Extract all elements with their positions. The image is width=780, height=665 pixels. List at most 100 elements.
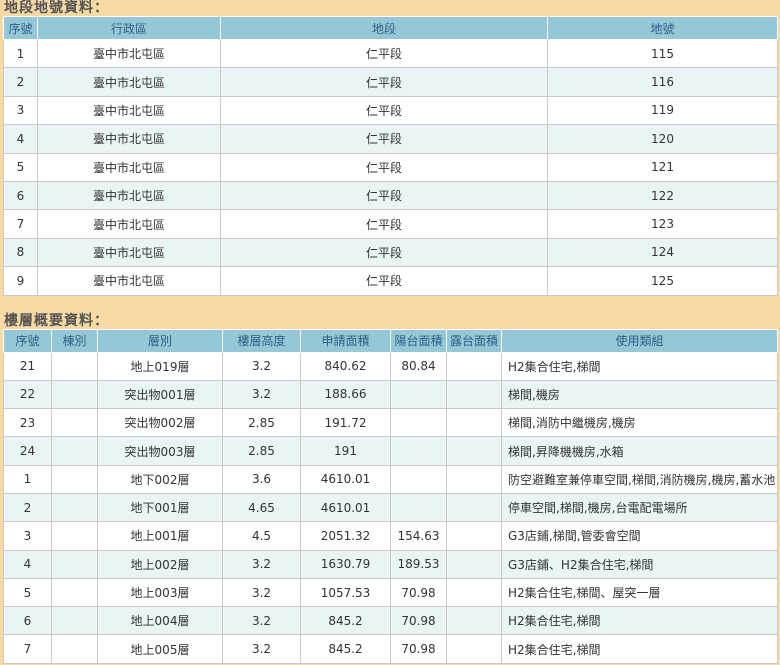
cell-building [51,464,98,495]
table-row: 22 突出物001層 3.2 188.66 梯間,機房 [3,379,778,410]
cell-building [51,379,98,410]
floor-section-title: 樓層概要資料： [4,312,109,329]
cell-height: 4.5 [222,521,301,551]
cell-usage: H2集合住宅,梯間、屋突一層 [501,577,778,608]
cell-index: 3 [3,521,52,551]
table-row: 1 臺中市北屯區 仁平段 115 [3,38,778,69]
cell-level: 突出物002層 [97,408,223,438]
table-row: 7 臺中市北屯區 仁平段 123 [3,209,778,239]
cell-building [51,492,98,523]
cell-index: 7 [3,209,38,239]
cell-index: 3 [3,95,38,126]
cell-balcony: 70.98 [390,606,447,636]
table-row: 9 臺中市北屯區 仁平段 125 [3,266,778,296]
cell-height: 3.2 [222,577,301,608]
land-header-section: 地段 [220,16,548,40]
cell-index: 1 [3,464,52,495]
table-row: 8 臺中市北屯區 仁平段 124 [3,237,778,268]
cell-height: 3.2 [222,379,301,410]
cell-index: 4 [3,124,38,154]
cell-section: 仁平段 [220,95,548,126]
land-table: 序號 行政區 地段 地號 1 臺中市北屯區 仁平段 115 2 臺中市北屯區 仁平段 116 3… [3,16,778,296]
cell-lot-number: 123 [547,209,778,239]
cell-area: 4610.01 [300,464,391,495]
cell-balcony [390,436,447,466]
cell-area: 191.72 [300,408,391,438]
cell-level: 地下002層 [97,464,223,495]
cell-level: 地上001層 [97,521,223,551]
cell-level: 地上019層 [97,351,223,381]
floor-table-header: 序號 棟別 層別 樓層高度 申請面積 陽台面積 露台面積 使用類組 [3,328,778,353]
cell-index: 4 [3,549,52,579]
table-row: 3 臺中市北屯區 仁平段 119 [3,95,778,126]
cell-area: 1057.53 [300,577,391,608]
cell-district: 臺中市北屯區 [37,152,221,182]
floor-table: 序號 棟別 層別 樓層高度 申請面積 陽台面積 露台面積 使用類組 21 地上01… [3,328,778,664]
land-table-header: 序號 行政區 地段 地號 [3,16,778,40]
cell-district: 臺中市北屯區 [37,95,221,126]
cell-balcony: 154.63 [390,521,447,551]
cell-height: 2.85 [222,408,301,438]
floor-header-area: 申請面積 [300,328,391,353]
cell-area: 191 [300,436,391,466]
cell-balcony: 70.98 [390,577,447,608]
cell-height: 3.6 [222,464,301,495]
cell-level: 地上003層 [97,577,223,608]
cell-index: 2 [3,492,52,523]
cell-level: 地下001層 [97,492,223,523]
table-row: 1 地下002層 3.6 4610.01 防空避難室兼停車空間,梯間,消防機房,機房,蓄… [3,464,778,495]
cell-building [51,549,98,579]
table-row: 23 突出物002層 2.85 191.72 梯間,消防中繼機房,機房 [3,408,778,438]
cell-height: 3.2 [222,351,301,381]
table-row: 2 地下001層 4.65 4610.01 停車空間,梯間,機房,台電配電場所 [3,492,778,523]
floor-header-balcony: 陽台面積 [390,328,447,353]
land-section-title: 地段地號資料： [4,0,109,16]
floor-header-usage: 使用類組 [501,328,778,353]
cell-index: 9 [3,266,38,296]
cell-building [51,521,98,551]
cell-usage: G3店鋪、H2集合住宅,梯間 [501,549,778,579]
cell-level: 地上002層 [97,549,223,579]
cell-index: 8 [3,237,38,268]
cell-building [51,351,98,381]
cell-balcony: 80.84 [390,351,447,381]
cell-terrace [446,606,502,636]
cell-usage: H2集合住宅,梯間 [501,606,778,636]
cell-usage: 梯間,昇降機機房,水箱 [501,436,778,466]
cell-usage: 梯間,消防中繼機房,機房 [501,408,778,438]
cell-lot-number: 121 [547,152,778,182]
cell-usage: 防空避難室兼停車空間,梯間,消防機房,機房,蓄水池 [501,464,778,495]
cell-balcony [390,379,447,410]
cell-terrace [446,379,502,410]
cell-index: 24 [3,436,52,466]
table-row: 4 地上002層 3.2 1630.79 189.53 G3店鋪、H2集合住宅,梯間 [3,549,778,579]
cell-section: 仁平段 [220,266,548,296]
cell-usage: G3店鋪,梯間,管委會空間 [501,521,778,551]
cell-building [51,634,98,664]
cell-building [51,408,98,438]
cell-balcony [390,464,447,495]
cell-height: 3.2 [222,634,301,664]
cell-lot-number: 115 [547,38,778,69]
cell-terrace [446,549,502,579]
cell-area: 188.66 [300,379,391,410]
cell-section: 仁平段 [220,237,548,268]
land-header-district: 行政區 [37,16,221,40]
cell-section: 仁平段 [220,180,548,211]
cell-usage: 停車空間,梯間,機房,台電配電場所 [501,492,778,523]
cell-index: 7 [3,634,52,664]
cell-index: 21 [3,351,52,381]
cell-level: 突出物003層 [97,436,223,466]
cell-section: 仁平段 [220,152,548,182]
cell-district: 臺中市北屯區 [37,38,221,69]
cell-section: 仁平段 [220,124,548,154]
table-row: 7 地上005層 3.2 845.2 70.98 H2集合住宅,梯間 [3,634,778,664]
cell-area: 2051.32 [300,521,391,551]
cell-building [51,606,98,636]
cell-terrace [446,464,502,495]
cell-lot-number: 122 [547,180,778,211]
cell-section: 仁平段 [220,67,548,97]
cell-lot-number: 120 [547,124,778,154]
cell-section: 仁平段 [220,38,548,69]
cell-index: 5 [3,577,52,608]
